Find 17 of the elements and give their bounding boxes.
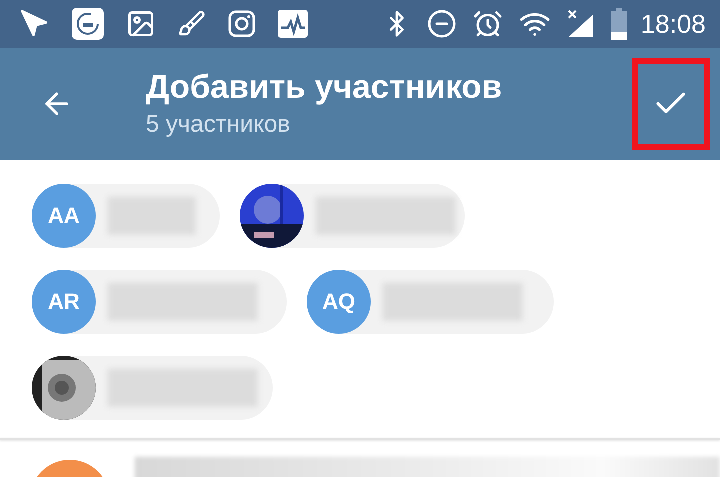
member-chip[interactable]: AR: [32, 270, 287, 334]
member-chip[interactable]: AA: [32, 184, 220, 248]
status-time: 18:08: [640, 8, 706, 40]
signal-icon: [566, 9, 595, 39]
camera-icon[interactable]: [228, 10, 256, 38]
pulse-icon[interactable]: [278, 10, 308, 38]
initials-avatar: AA: [32, 184, 96, 248]
do-not-disturb-icon: [426, 9, 457, 39]
navigation-arrow-icon[interactable]: [20, 9, 50, 39]
member-chip[interactable]: AQ: [307, 270, 554, 334]
image-icon[interactable]: [126, 9, 156, 39]
initials-avatar: AQ: [307, 270, 371, 334]
alarm-icon: [472, 9, 503, 39]
screen-title: Добавить участников: [146, 67, 504, 107]
initials-avatar: AR: [32, 270, 96, 334]
battery-icon: [610, 8, 627, 40]
member-count: 5 участников: [146, 110, 292, 140]
